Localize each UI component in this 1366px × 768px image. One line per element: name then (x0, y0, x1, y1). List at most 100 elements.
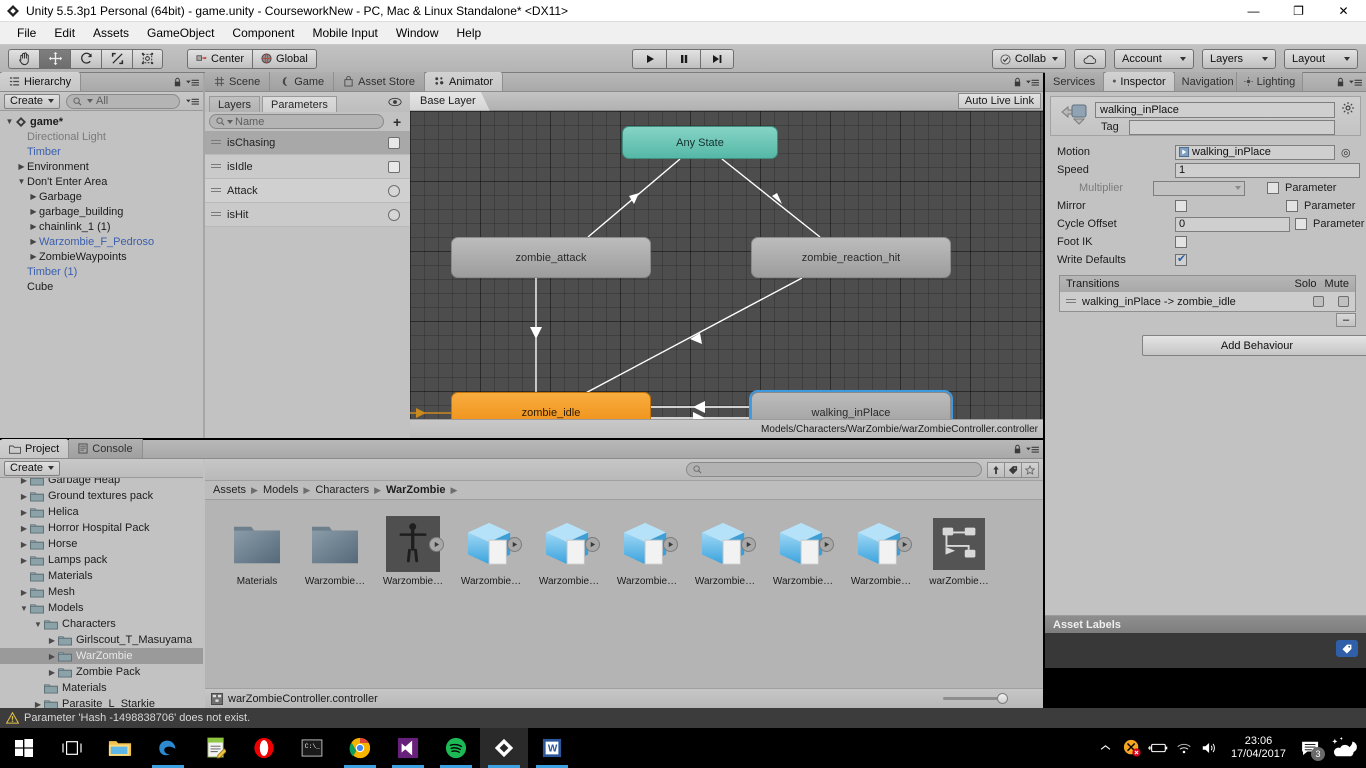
hierarchy-options-icon[interactable] (186, 96, 199, 107)
edge-icon[interactable] (144, 728, 192, 768)
panel-menu-icon[interactable] (1349, 77, 1362, 88)
lock-icon[interactable] (173, 77, 182, 88)
asset-item[interactable]: warZombie… (921, 515, 997, 601)
asset-size-slider[interactable] (943, 697, 1003, 700)
collapse-arrow-icon[interactable]: ▶ (16, 162, 27, 171)
project-tree-item[interactable]: ▶ Girlscout_T_Masuyama (0, 632, 203, 648)
collapse-arrow-icon[interactable]: ▶ (18, 588, 30, 597)
gear-icon[interactable] (1342, 102, 1355, 118)
hierarchy-item[interactable]: ▶ ZombieWaypoints (0, 249, 203, 264)
project-tree-item[interactable]: ▶ Zombie Pack (0, 664, 203, 680)
project-tree-item[interactable]: ▶ Parasite_L_Starkie (0, 696, 203, 708)
collapse-arrow-icon[interactable]: ▶ (28, 252, 39, 261)
wifi-icon[interactable] (1171, 728, 1197, 768)
hierarchy-item[interactable]: Cube (0, 279, 203, 294)
unity-status-bar[interactable]: Parameter 'Hash -1498838706' does not ex… (0, 708, 1366, 728)
asset-item[interactable]: Warzombie… (609, 515, 685, 601)
transition-mute-checkbox[interactable] (1338, 296, 1349, 307)
asset-item[interactable]: Warzombie… (297, 515, 373, 601)
asset-item[interactable]: Warzombie… (531, 515, 607, 601)
tab-game[interactable]: Game (270, 72, 335, 91)
project-tree-item[interactable]: ▶ Horror Hospital Pack (0, 520, 203, 536)
panel-menu-icon[interactable] (186, 77, 199, 88)
hierarchy-item[interactable]: ▶ chainlink_1 (1) (0, 219, 203, 234)
tab-lighting[interactable]: Lighting (1236, 72, 1304, 91)
transition-solo-checkbox[interactable] (1313, 296, 1324, 307)
unity-icon[interactable] (480, 728, 528, 768)
hierarchy-item[interactable]: ▶ Warzombie_F_Pedroso (0, 234, 203, 249)
project-tree-item[interactable]: ▶ Lamps pack (0, 552, 203, 568)
collapse-arrow-icon[interactable]: ▶ (28, 237, 39, 246)
step-button[interactable] (700, 49, 734, 69)
filter-by-label-icon[interactable] (1004, 461, 1022, 478)
tab-inspector[interactable]: ● Inspector (1104, 72, 1175, 91)
file-explorer-icon[interactable] (96, 728, 144, 768)
parameter-override-checkbox[interactable] (1286, 200, 1298, 212)
expand-arrow-icon[interactable]: ▼ (4, 117, 15, 126)
hierarchy-item[interactable]: ▼ Don't Enter Area (0, 174, 203, 189)
inspector-checkbox[interactable] (1175, 236, 1187, 248)
collapse-arrow-icon[interactable]: ▶ (46, 668, 58, 677)
breadcrumb-item[interactable]: WarZombie (386, 484, 446, 496)
battery-icon[interactable] (1145, 728, 1171, 768)
sub-asset-expand-icon[interactable] (507, 537, 522, 552)
maximize-button[interactable]: ❐ (1276, 0, 1321, 22)
chrome-icon[interactable] (336, 728, 384, 768)
play-button[interactable] (632, 49, 666, 69)
collapse-arrow-icon[interactable]: ▶ (46, 636, 58, 645)
close-button[interactable]: ✕ (1321, 0, 1366, 22)
state-name-input[interactable]: walking_inPlace (1095, 102, 1335, 118)
parameter-search-input[interactable]: Name (209, 114, 384, 129)
drag-handle-icon[interactable] (211, 163, 221, 170)
asset-item[interactable]: Warzombie… (453, 515, 529, 601)
add-label-icon[interactable] (1336, 640, 1358, 657)
parameter-checkbox[interactable] (388, 136, 400, 149)
menu-component[interactable]: Component (223, 23, 303, 43)
collapse-arrow-icon[interactable]: ▶ (18, 556, 30, 565)
minimize-button[interactable]: — (1231, 0, 1276, 22)
asset-item[interactable]: Warzombie… (375, 515, 451, 601)
motion-object-field[interactable]: walking_inPlace (1175, 144, 1335, 160)
favorites-icon[interactable] (1021, 461, 1039, 478)
start-icon[interactable] (0, 728, 48, 768)
drag-handle-icon[interactable] (211, 211, 221, 218)
task-view-icon[interactable] (48, 728, 96, 768)
project-tree-item[interactable]: ▶ Garbage Heap (0, 478, 203, 488)
transition-row[interactable]: walking_inPlace -> zombie_idle (1060, 292, 1355, 311)
inspector-text-input[interactable]: 1 (1175, 162, 1360, 178)
drag-handle-icon[interactable] (211, 139, 221, 146)
project-tree-item[interactable]: ▶ Mesh (0, 584, 203, 600)
collab-button[interactable]: Collab (991, 49, 1066, 69)
lock-icon[interactable] (1336, 77, 1345, 88)
sub-asset-expand-icon[interactable] (819, 537, 834, 552)
tab-hierarchy[interactable]: Hierarchy (0, 72, 82, 91)
tab-scene[interactable]: Scene (205, 72, 271, 91)
parameter-checkbox[interactable] (388, 160, 400, 173)
parameter-row[interactable]: Attack (205, 179, 410, 203)
visual-studio-icon[interactable] (384, 728, 432, 768)
collapse-arrow-icon[interactable]: ▶ (18, 524, 30, 533)
sub-asset-expand-icon[interactable] (429, 537, 444, 552)
asset-item[interactable]: Warzombie… (687, 515, 763, 601)
show-hidden-icons[interactable] (1093, 728, 1119, 768)
account-button[interactable]: Account (1114, 49, 1194, 69)
sub-asset-expand-icon[interactable] (897, 537, 912, 552)
rotate-tool-button[interactable] (70, 48, 101, 69)
parameter-row[interactable]: isIdle (205, 155, 410, 179)
hierarchy-item[interactable]: ▶ Garbage (0, 189, 203, 204)
parameter-row[interactable]: isChasing (205, 131, 410, 155)
cloud-button[interactable] (1074, 49, 1106, 69)
space-mode-button[interactable]: Global (252, 48, 317, 69)
state-node-any[interactable]: Any State (622, 126, 778, 159)
menu-gameobject[interactable]: GameObject (138, 23, 223, 43)
project-tree-item[interactable]: ▼ Models (0, 600, 203, 616)
parameter-row[interactable]: isHit (205, 203, 410, 227)
pivot-mode-button[interactable]: Center (187, 48, 253, 69)
tag-input[interactable] (1129, 120, 1335, 135)
collapse-arrow-icon[interactable]: ▶ (18, 492, 30, 501)
base-layer-breadcrumb[interactable]: Base Layer (410, 92, 490, 111)
subtab-parameters[interactable]: Parameters (262, 96, 337, 112)
state-node-hit[interactable]: zombie_reaction_hit (751, 237, 951, 278)
parameter-override-checkbox[interactable] (1267, 182, 1279, 194)
hand-tool-button[interactable] (8, 48, 39, 69)
